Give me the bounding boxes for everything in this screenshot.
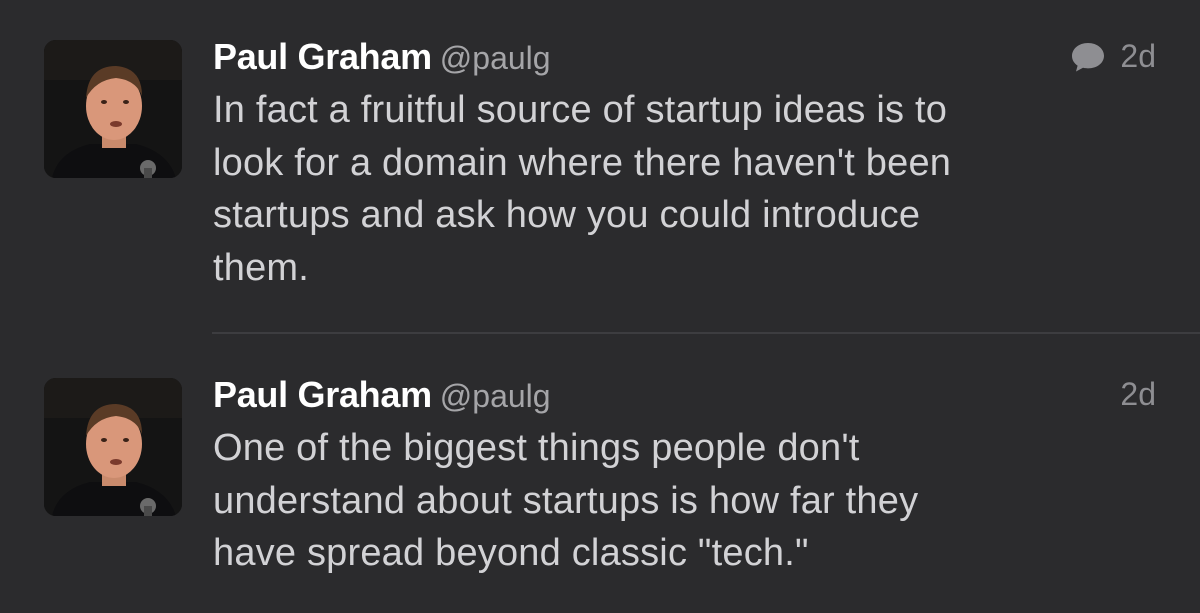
tweet-text-line: look for a domain where there haven't be… — [213, 141, 952, 184]
tweet-text-line: have spread beyond classic "tech." — [213, 532, 809, 574]
avatar[interactable] — [44, 40, 182, 178]
tweet-text: One of the biggest things people don't u… — [213, 422, 1163, 580]
tweet-text-line: In fact a fruitful source of startup ide… — [213, 89, 948, 131]
tweet-text-line: understand about startups is how far the… — [213, 479, 919, 522]
avatar-photo — [44, 40, 182, 178]
avatar[interactable] — [44, 378, 182, 516]
tweet-meta: 2d — [1070, 38, 1156, 75]
tweet[interactable]: Paul Graham @paulg 2d One of the biggest … — [0, 334, 1200, 613]
author-name[interactable]: Paul Graham — [213, 374, 432, 415]
tweet-header: Paul Graham @paulg — [213, 36, 551, 80]
tweet-meta: 2d — [1120, 376, 1156, 413]
tweet-timestamp: 2d — [1120, 376, 1156, 412]
tweet-text-line: startups and ask how you could introduce — [213, 194, 921, 236]
tweet-timestamp: 2d — [1120, 38, 1156, 74]
author-handle[interactable]: @paulg — [440, 40, 551, 76]
speech-bubble-icon — [1070, 41, 1106, 73]
tweet-text-line: One of the biggest things people don't — [213, 427, 860, 469]
tweet-timeline: Paul Graham @paulg 2d In fact a fruitful … — [0, 0, 1200, 613]
author-name[interactable]: Paul Graham — [213, 36, 432, 77]
tweet[interactable]: Paul Graham @paulg 2d In fact a fruitful … — [0, 0, 1200, 333]
tweet-text-line: them. — [213, 246, 310, 289]
avatar-photo — [44, 378, 182, 516]
tweet-header: Paul Graham @paulg — [213, 374, 551, 418]
author-handle[interactable]: @paulg — [440, 378, 551, 414]
tweet-text: In fact a fruitful source of startup ide… — [213, 84, 1163, 294]
